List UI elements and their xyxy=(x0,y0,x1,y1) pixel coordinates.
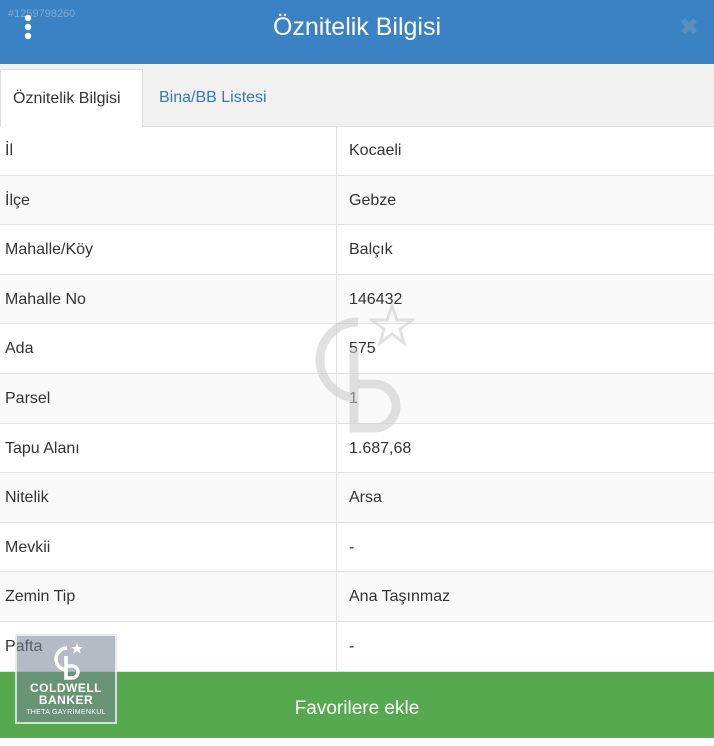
row-value: Kocaeli xyxy=(349,142,402,159)
row-key: Mahalle No xyxy=(5,290,86,308)
table-row: Mahalle/Köy Balçık xyxy=(0,225,714,275)
table-row: Zemin Tip Ana Taşınmaz xyxy=(0,572,714,622)
tab-bina-bb-listesi[interactable]: Bina/BB Listesi xyxy=(147,69,279,126)
row-value: - xyxy=(349,538,355,556)
brand-subtitle: THETA GAYRİMENKUL xyxy=(26,709,106,716)
row-key: Nitelik xyxy=(5,489,49,507)
table-row: İl Kocaeli xyxy=(0,126,714,176)
row-value: Gebze xyxy=(349,191,397,209)
row-key: Parsel xyxy=(5,390,51,407)
tab-oznitelik-bilgisi[interactable]: Öznitelik Bilgisi xyxy=(0,69,143,127)
row-value: Ana Taşınmaz xyxy=(349,588,451,606)
table-row: İlçe Gebze xyxy=(0,175,714,226)
row-key: Ada xyxy=(5,340,34,358)
row-key: Tapu Alanı xyxy=(5,439,80,457)
tab-bar: Öznitelik Bilgisi Bina/BB Listesi xyxy=(0,64,714,127)
table-row: Mevkii - xyxy=(0,523,714,573)
table-row: Nitelik Arsa xyxy=(0,473,714,523)
dialog-title: Öznitelik Bilgisi xyxy=(272,13,442,41)
row-value: Balçık xyxy=(349,241,393,259)
brand-name-line2: BANKER xyxy=(38,693,94,707)
coldwell-banker-logo xyxy=(54,643,83,680)
coldwell-banker-watermark-logo xyxy=(296,300,417,440)
close-icon[interactable]: ✖ xyxy=(676,14,702,42)
brand-badge: COLDWELL BANKER THETA GAYRİMENKUL xyxy=(15,634,117,724)
row-key: Zemin Tip xyxy=(5,588,76,606)
row-key: İlçe xyxy=(5,191,30,209)
row-key: Mahalle/Köy xyxy=(5,241,94,259)
row-key: Mevkii xyxy=(5,538,51,556)
dialog-header: #1259798260 Öznitelik Bilgisi ✖ xyxy=(0,0,714,64)
row-value: Arsa xyxy=(349,489,382,507)
row-key: İl xyxy=(5,142,13,159)
row-value: - xyxy=(349,638,355,655)
